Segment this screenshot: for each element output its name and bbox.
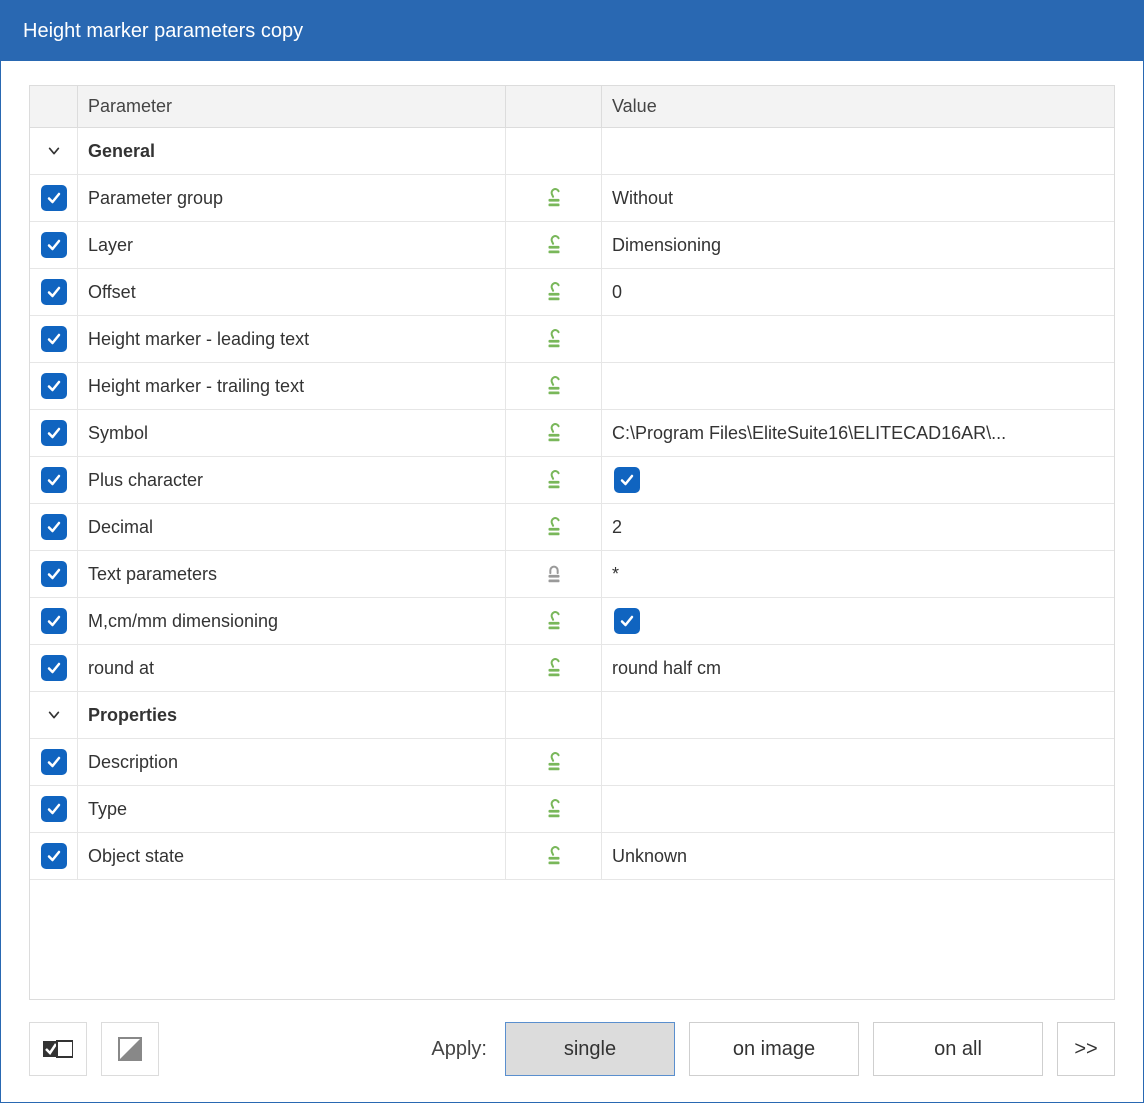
value-checkbox[interactable]	[614, 467, 640, 493]
row-checkbox[interactable]	[41, 749, 67, 775]
value-text[interactable]: *	[612, 564, 619, 585]
titlebar: Height marker parameters copy	[1, 1, 1143, 61]
apply-on-all-button[interactable]: on all	[873, 1022, 1043, 1076]
close-icon[interactable]	[1105, 13, 1121, 49]
table-row: Offset 0	[30, 269, 1114, 316]
table-row: Type	[30, 786, 1114, 833]
unlock-icon[interactable]	[543, 657, 565, 679]
parameter-label: Height marker - leading text	[88, 329, 309, 350]
value-text[interactable]: Dimensioning	[612, 235, 721, 256]
unlock-icon[interactable]	[543, 516, 565, 538]
dialog-content: Parameter Value General Parameter group Wi…	[1, 61, 1143, 1000]
table-row: M,cm/mm dimensioning	[30, 598, 1114, 645]
chevron-down-icon[interactable]	[45, 142, 63, 160]
row-checkbox[interactable]	[41, 185, 67, 211]
table-row: Layer Dimensioning	[30, 222, 1114, 269]
row-checkbox[interactable]	[41, 843, 67, 869]
row-checkbox[interactable]	[41, 467, 67, 493]
unlock-icon[interactable]	[543, 422, 565, 444]
dialog-footer: Apply: single on image on all >>	[1, 1000, 1143, 1102]
row-checkbox[interactable]	[41, 608, 67, 634]
unlock-icon[interactable]	[543, 375, 565, 397]
unlock-icon[interactable]	[543, 234, 565, 256]
parameter-label: Height marker - trailing text	[88, 376, 304, 397]
row-checkbox[interactable]	[41, 232, 67, 258]
unlock-icon[interactable]	[543, 751, 565, 773]
table-row: Symbol C:\Program Files\EliteSuite16\ELIT…	[30, 410, 1114, 457]
parameter-label: Description	[88, 752, 178, 773]
unlock-icon[interactable]	[543, 798, 565, 820]
row-checkbox[interactable]	[41, 420, 67, 446]
parameter-grid: Parameter Value General Parameter group Wi…	[29, 85, 1115, 1000]
parameter-label: round at	[88, 658, 154, 679]
value-text[interactable]: 0	[612, 282, 622, 303]
grid-header: Parameter Value	[30, 86, 1114, 128]
header-value[interactable]: Value	[602, 86, 1114, 127]
parameter-label: Parameter group	[88, 188, 223, 209]
unlock-icon[interactable]	[543, 187, 565, 209]
invert-check-button[interactable]	[101, 1022, 159, 1076]
parameter-label: M,cm/mm dimensioning	[88, 611, 278, 632]
value-text[interactable]: Unknown	[612, 846, 687, 867]
grid-body: General Parameter group Without Layer Dimens…	[30, 128, 1114, 999]
unlock-icon[interactable]	[543, 328, 565, 350]
row-checkbox[interactable]	[41, 279, 67, 305]
table-row: Height marker - leading text	[30, 316, 1114, 363]
parameter-label: Symbol	[88, 423, 148, 444]
row-checkbox[interactable]	[41, 561, 67, 587]
header-parameter[interactable]: Parameter	[78, 86, 506, 127]
table-row: Plus character	[30, 457, 1114, 504]
row-checkbox[interactable]	[41, 326, 67, 352]
unlock-icon[interactable]	[543, 281, 565, 303]
group-row[interactable]: General	[30, 128, 1114, 175]
unlock-icon[interactable]	[543, 469, 565, 491]
group-row[interactable]: Properties	[30, 692, 1114, 739]
parameter-label: Text parameters	[88, 564, 217, 585]
group-label: General	[88, 141, 155, 162]
table-row: Text parameters *	[30, 551, 1114, 598]
parameter-label: Type	[88, 799, 127, 820]
group-label: Properties	[88, 705, 177, 726]
parameter-label: Offset	[88, 282, 136, 303]
unlock-icon[interactable]	[543, 845, 565, 867]
table-row: round at round half cm	[30, 645, 1114, 692]
header-lock-col	[506, 86, 602, 127]
row-checkbox[interactable]	[41, 655, 67, 681]
value-text[interactable]: round half cm	[612, 658, 721, 679]
row-checkbox[interactable]	[41, 514, 67, 540]
parameter-label: Decimal	[88, 517, 153, 538]
apply-label: Apply:	[431, 1038, 487, 1061]
apply-on-image-button[interactable]: on image	[689, 1022, 859, 1076]
value-text[interactable]: 2	[612, 517, 622, 538]
unlock-icon[interactable]	[543, 610, 565, 632]
check-all-button[interactable]	[29, 1022, 87, 1076]
value-text[interactable]: C:\Program Files\EliteSuite16\ELITECAD16…	[612, 423, 1006, 444]
parameter-label: Layer	[88, 235, 133, 256]
more-button[interactable]: >>	[1057, 1022, 1115, 1076]
table-row: Height marker - trailing text	[30, 363, 1114, 410]
table-row: Decimal 2	[30, 504, 1114, 551]
table-row: Description	[30, 739, 1114, 786]
dialog-window: Height marker parameters copy Parameter …	[0, 0, 1144, 1103]
chevron-down-icon[interactable]	[45, 706, 63, 724]
row-checkbox[interactable]	[41, 373, 67, 399]
value-text[interactable]: Without	[612, 188, 673, 209]
header-check-col	[30, 86, 78, 127]
table-row: Parameter group Without	[30, 175, 1114, 222]
value-checkbox[interactable]	[614, 608, 640, 634]
parameter-label: Plus character	[88, 470, 203, 491]
apply-single-button[interactable]: single	[505, 1022, 675, 1076]
row-checkbox[interactable]	[41, 796, 67, 822]
table-row: Object state Unknown	[30, 833, 1114, 880]
parameter-label: Object state	[88, 846, 184, 867]
window-title: Height marker parameters copy	[23, 20, 1105, 43]
lock-icon[interactable]	[543, 563, 565, 585]
